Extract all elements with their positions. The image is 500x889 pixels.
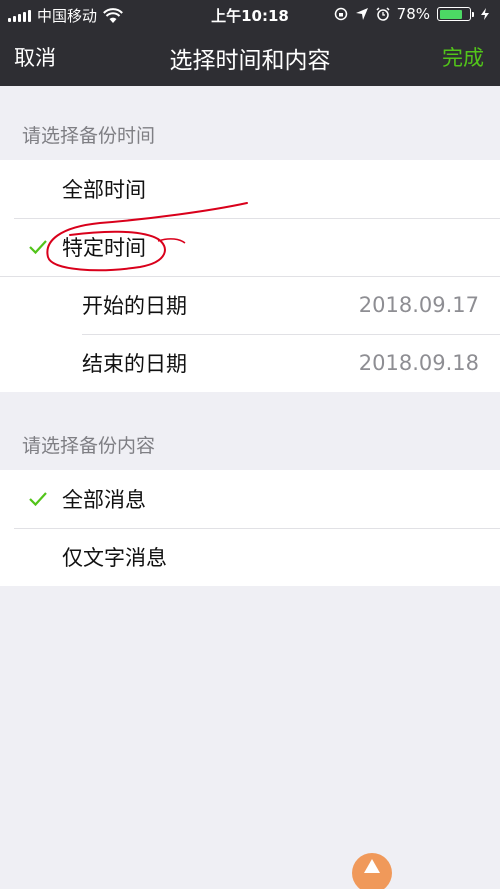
battery-percent: 78% bbox=[396, 5, 430, 23]
status-bar: 中国移动 上午10:18 78% bbox=[0, 0, 500, 28]
start-date-row[interactable]: 开始的日期 2018.09.17 bbox=[0, 276, 500, 334]
navigation-bar: 取消 选择时间和内容 完成 bbox=[0, 28, 500, 86]
time-options-group: 全部时间 特定时间 开始的日期 2018.09.17 结束的日期 2018.09… bbox=[0, 160, 500, 392]
start-date-label: 开始的日期 bbox=[82, 294, 187, 318]
location-icon bbox=[355, 8, 368, 20]
option-label: 仅文字消息 bbox=[62, 546, 167, 570]
checkmark-icon bbox=[29, 492, 47, 507]
option-specific-time[interactable]: 特定时间 bbox=[0, 218, 500, 276]
done-button[interactable]: 完成 bbox=[442, 42, 484, 72]
option-all-messages[interactable]: 全部消息 bbox=[0, 470, 500, 528]
end-date-value: 2018.09.18 bbox=[358, 351, 479, 375]
option-label: 全部消息 bbox=[62, 488, 146, 512]
content-section-header: 请选择备份内容 bbox=[22, 435, 156, 457]
page-title: 选择时间和内容 bbox=[169, 48, 331, 74]
option-text-only[interactable]: 仅文字消息 bbox=[0, 528, 500, 586]
watermark-logo bbox=[352, 853, 392, 889]
option-all-time[interactable]: 全部时间 bbox=[0, 160, 500, 218]
option-label: 全部时间 bbox=[62, 178, 146, 202]
option-label: 特定时间 bbox=[62, 236, 146, 260]
content-options-group: 全部消息 仅文字消息 bbox=[0, 470, 500, 586]
rotation-lock-icon bbox=[334, 7, 347, 21]
time-section-header: 请选择备份时间 bbox=[22, 125, 156, 147]
charging-icon bbox=[481, 8, 489, 20]
end-date-label: 结束的日期 bbox=[82, 352, 187, 376]
battery-fill bbox=[439, 9, 463, 19]
checkmark-icon bbox=[29, 240, 47, 255]
alarm-icon bbox=[376, 7, 390, 21]
status-right: 78% bbox=[334, 5, 492, 23]
battery-icon bbox=[437, 7, 474, 21]
end-date-row[interactable]: 结束的日期 2018.09.18 bbox=[0, 334, 500, 392]
start-date-value: 2018.09.17 bbox=[358, 293, 479, 317]
